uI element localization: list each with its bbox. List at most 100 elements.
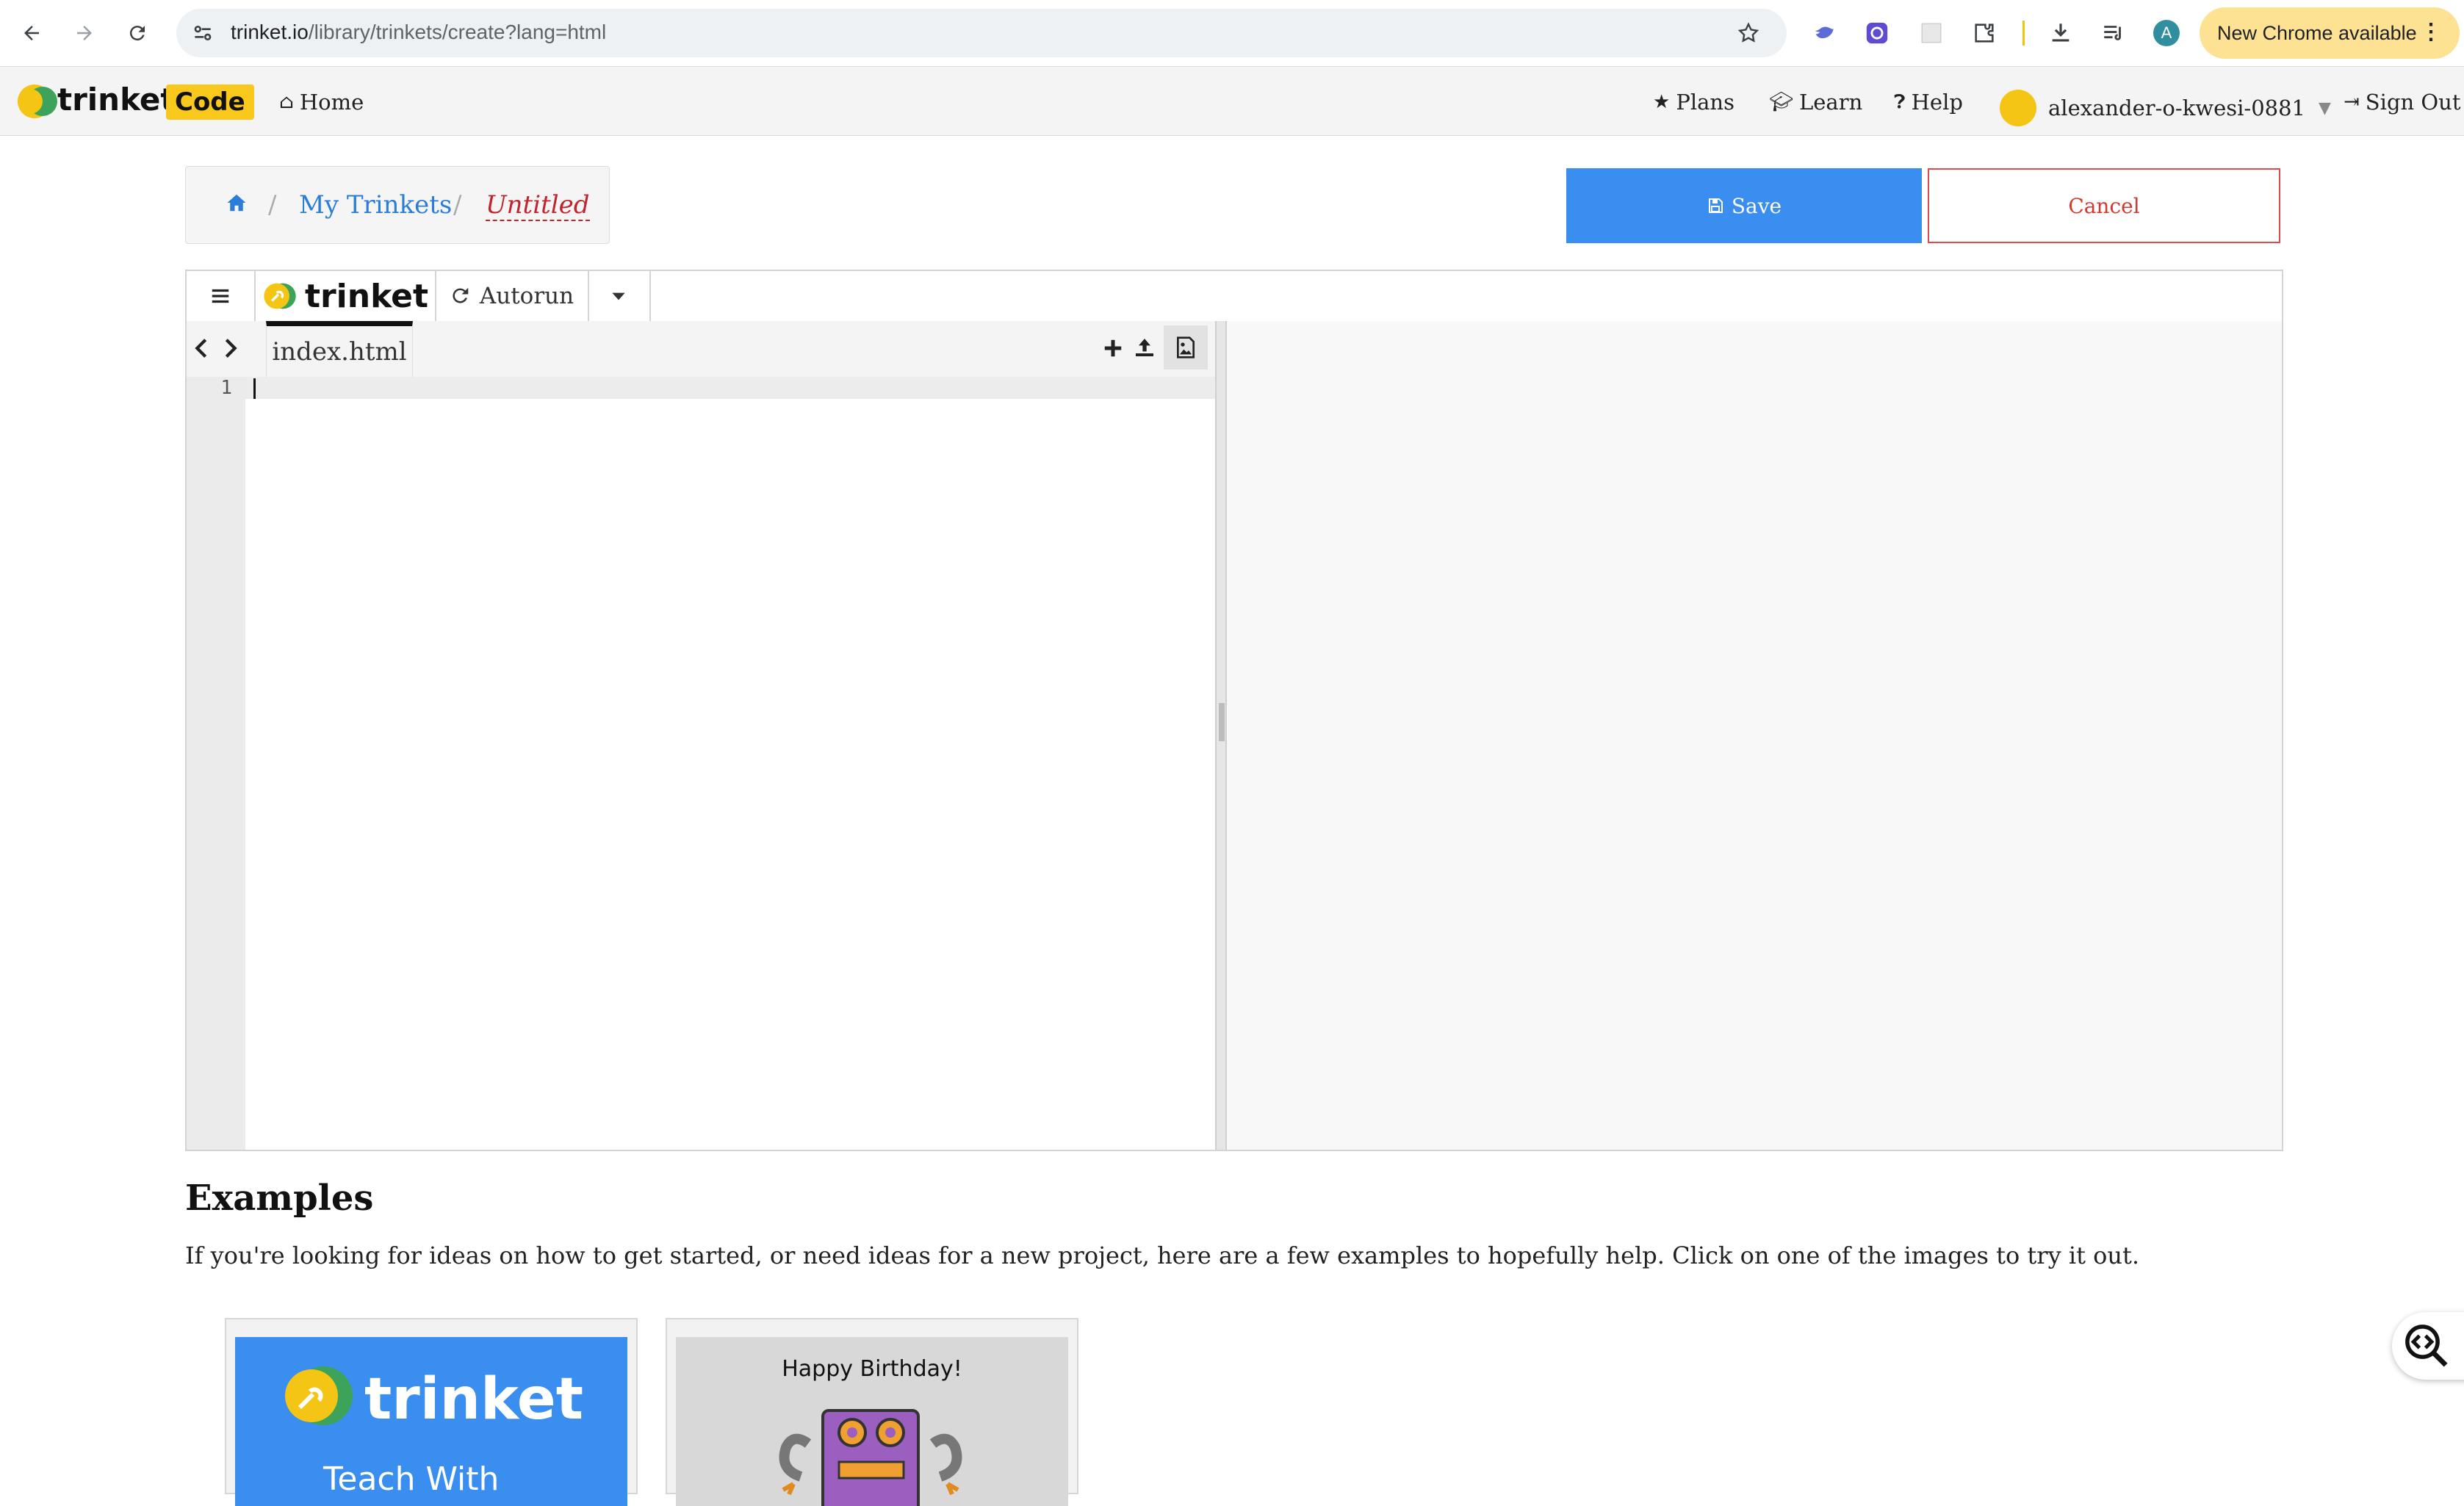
breadcrumb-separator: / [268, 190, 277, 220]
line-number: 1 [220, 377, 232, 399]
tabs-left-arrow[interactable] [191, 336, 212, 364]
reload-icon [129, 26, 145, 41]
nav-sign-out[interactable]: ⇥ Sign Out [2344, 90, 2461, 115]
editor-brand[interactable]: trinket [254, 271, 436, 321]
editor-brand-label: trinket [304, 277, 429, 315]
example-title: Happy Birthday! [782, 1356, 962, 1382]
robot-illustration-icon [779, 1409, 962, 1506]
toolbar-divider [2022, 19, 2025, 47]
result-preview[interactable] [1227, 321, 2282, 1150]
code-badge: Code [166, 84, 254, 120]
menu-button[interactable] [187, 271, 256, 321]
brand-name: trinket [57, 82, 176, 118]
nav-help-label: Help [1911, 90, 1963, 115]
url-path: /library/trinkets/create?lang=html [308, 21, 607, 43]
cancel-button[interactable]: Cancel [1928, 168, 2280, 243]
extension-grid-icon[interactable] [1917, 19, 1945, 47]
nav-plans[interactable]: ★ Plans [1653, 90, 1734, 115]
autorun-label: Autorun [479, 283, 574, 309]
extension-bird-icon[interactable] [1810, 19, 1838, 47]
profile-initial: A [2153, 20, 2180, 46]
url-text[interactable]: trinket.io/library/trinkets/create?lang=… [231, 21, 606, 44]
media-queue-icon[interactable] [2100, 19, 2128, 47]
floppy-disk-icon [1708, 198, 1723, 213]
home-icon: ⌂ [279, 91, 294, 113]
bookmark-star-icon[interactable] [1737, 21, 1760, 45]
active-line[interactable] [245, 377, 1215, 399]
add-file-icon[interactable] [1102, 337, 1124, 363]
code-editor-area[interactable] [245, 399, 1215, 1150]
file-tab-label: index.html [272, 336, 407, 367]
graduation-cap-icon: 🎓︎ [1769, 91, 1794, 113]
update-label: New Chrome available [2217, 22, 2417, 44]
upload-icon[interactable] [1133, 336, 1156, 363]
chrome-menu-icon[interactable]: ⋮ [2420, 19, 2442, 45]
trinket-logo-icon-front [18, 89, 43, 114]
refresh-icon [453, 287, 469, 303]
cancel-label: Cancel [2068, 193, 2140, 218]
new-chrome-available-button[interactable]: New Chrome available ⋮ [2200, 7, 2460, 59]
breadcrumb-home-icon[interactable] [226, 192, 248, 217]
trinket-logo[interactable]: trinket Code [0, 67, 254, 135]
forward-button[interactable] [68, 16, 101, 50]
sign-out-icon: ⇥ [2344, 91, 2360, 113]
user-menu[interactable]: alexander-o-kwesi-0881 ▼ [2000, 90, 2331, 126]
nav-home[interactable]: ⌂ Home [279, 90, 364, 115]
breadcrumb-my-trinkets[interactable]: My Trinkets [299, 190, 452, 220]
back-button[interactable] [15, 16, 48, 50]
star-icon: ★ [1653, 91, 1671, 113]
examples-description: If you're looking for ideas on how to ge… [185, 1242, 2139, 1269]
example-card-birthday[interactable]: Happy Birthday! [666, 1318, 1078, 1506]
example-title: trinket [364, 1366, 583, 1433]
extension-gear-icon[interactable] [1863, 19, 1891, 47]
breadcrumb: / My Trinkets / Untitled [185, 166, 610, 244]
file-tab-index-html[interactable]: index.html [266, 321, 413, 377]
nav-home-label: Home [299, 90, 364, 115]
file-tabs-bar: index.html [187, 321, 1215, 378]
splitter-grip[interactable] [1219, 703, 1225, 741]
nav-learn-label: Learn [1799, 90, 1863, 115]
examples-heading: Examples [185, 1178, 374, 1219]
image-library-icon[interactable] [1164, 325, 1208, 370]
site-settings-icon[interactable] [191, 21, 215, 45]
nav-help[interactable]: ❓︎ Help [1894, 90, 1963, 115]
chevron-down-icon: ▼ [2319, 98, 2331, 118]
forward-arrow-icon [77, 26, 92, 40]
trinket-title[interactable]: Untitled [486, 190, 590, 221]
code-pane: index.html 1 [187, 321, 1217, 1150]
user-name: alexander-o-kwesi-0881 [2048, 96, 2306, 120]
example-subtitle: Teach With [323, 1460, 500, 1498]
user-avatar [2000, 90, 2036, 126]
hamburger-menu-icon [212, 289, 229, 303]
profile-avatar[interactable]: A [2153, 19, 2180, 47]
tabs-right-arrow[interactable] [220, 336, 241, 364]
trinket-logo-icon [264, 283, 296, 309]
address-bar[interactable]: trinket.io/library/trinkets/create?lang=… [176, 9, 1787, 57]
nav-plans-label: Plans [1676, 90, 1734, 115]
question-circle-icon: ❓︎ [1894, 90, 1906, 113]
trinket-logo-icon [285, 1366, 353, 1425]
example-card-trinket[interactable]: trinket Teach With [225, 1318, 638, 1506]
autorun-button[interactable]: Autorun [435, 271, 589, 321]
url-host: trinket.io [231, 21, 309, 43]
nav-learn[interactable]: 🎓︎ Learn [1769, 90, 1862, 115]
code-inspect-button[interactable] [2392, 1312, 2464, 1380]
chevron-right-icon [225, 339, 237, 358]
save-button[interactable]: Save [1566, 168, 1922, 243]
reload-button[interactable] [120, 16, 154, 50]
options-dropdown[interactable] [588, 271, 651, 321]
breadcrumb-separator: / [453, 190, 462, 220]
download-icon[interactable] [2047, 19, 2075, 47]
browser-toolbar: trinket.io/library/trinkets/create?lang=… [0, 0, 2464, 67]
extensions-puzzle-icon[interactable] [1970, 19, 1998, 47]
save-label: Save [1731, 193, 1782, 218]
nav-sign-out-label: Sign Out [2365, 90, 2461, 115]
back-arrow-icon [24, 26, 39, 40]
line-number-gutter [187, 377, 245, 1150]
code-search-icon [2405, 1325, 2448, 1367]
trinket-editor: trinket Autorun index.html 1 [185, 270, 2283, 1151]
pane-splitter[interactable] [1215, 321, 1227, 1150]
example-thumbnail: trinket Teach With [235, 1337, 627, 1506]
chevron-left-icon [195, 339, 207, 358]
editor-toolbar: trinket Autorun [187, 271, 2282, 323]
